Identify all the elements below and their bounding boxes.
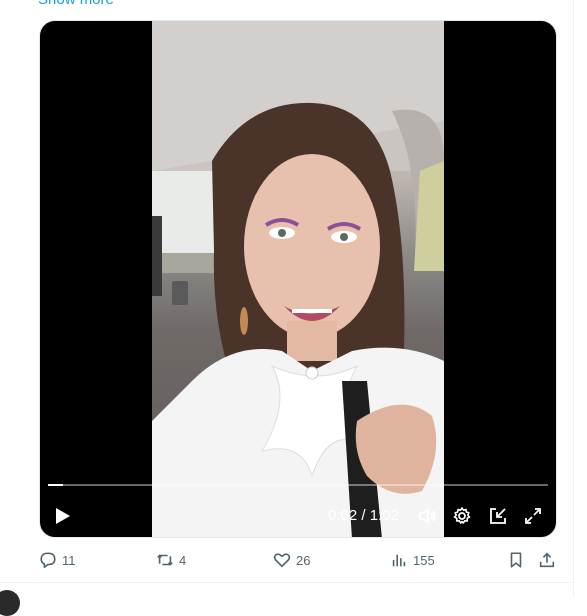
views-icon — [392, 554, 406, 567]
tweet-actions: 11 4 26 155 — [0, 548, 573, 572]
progress-bar[interactable] — [48, 484, 548, 486]
reply-count: 11 — [62, 552, 76, 568]
repost-button[interactable]: 4 — [156, 548, 186, 572]
heart-icon — [273, 553, 291, 568]
repost-count: 4 — [179, 552, 187, 568]
current-time: 0:02 — [328, 507, 358, 524]
reply-button[interactable]: 11 — [39, 548, 76, 572]
video-frame[interactable] — [152, 21, 444, 537]
bookmark-button[interactable] — [507, 548, 525, 572]
repost-icon — [157, 554, 173, 566]
play-button[interactable] — [52, 505, 74, 527]
play-icon — [56, 508, 70, 524]
fullscreen-icon — [525, 508, 541, 524]
volume-icon — [419, 508, 436, 524]
progress-bar-fill — [48, 484, 63, 486]
tweet-divider — [0, 582, 573, 583]
like-count: 26 — [296, 552, 311, 568]
video-player[interactable]: 0:02 / 1:02 — [39, 20, 557, 538]
gear-icon — [453, 507, 471, 524]
reply-icon — [40, 552, 56, 569]
time-display: 0:02 / 1:02 — [328, 507, 399, 525]
timeline-divider — [573, 0, 574, 597]
view-count: 155 — [413, 552, 435, 568]
settings-button[interactable] — [451, 505, 473, 527]
video-controls: 0:02 / 1:02 — [40, 501, 556, 531]
avatar[interactable] — [0, 590, 20, 616]
views-button[interactable]: 155 — [390, 548, 435, 572]
time-separator: / — [361, 507, 366, 524]
bookmark-icon — [510, 552, 522, 568]
share-icon — [539, 552, 555, 568]
video-still — [152, 21, 444, 537]
share-button[interactable] — [538, 548, 556, 572]
dock-button[interactable] — [487, 505, 509, 527]
fullscreen-button[interactable] — [522, 505, 544, 527]
duration: 1:02 — [369, 507, 399, 524]
dock-icon — [490, 508, 506, 524]
like-button[interactable]: 26 — [273, 548, 310, 572]
volume-button[interactable] — [416, 505, 438, 527]
show-more-link[interactable]: Show more — [38, 0, 114, 8]
